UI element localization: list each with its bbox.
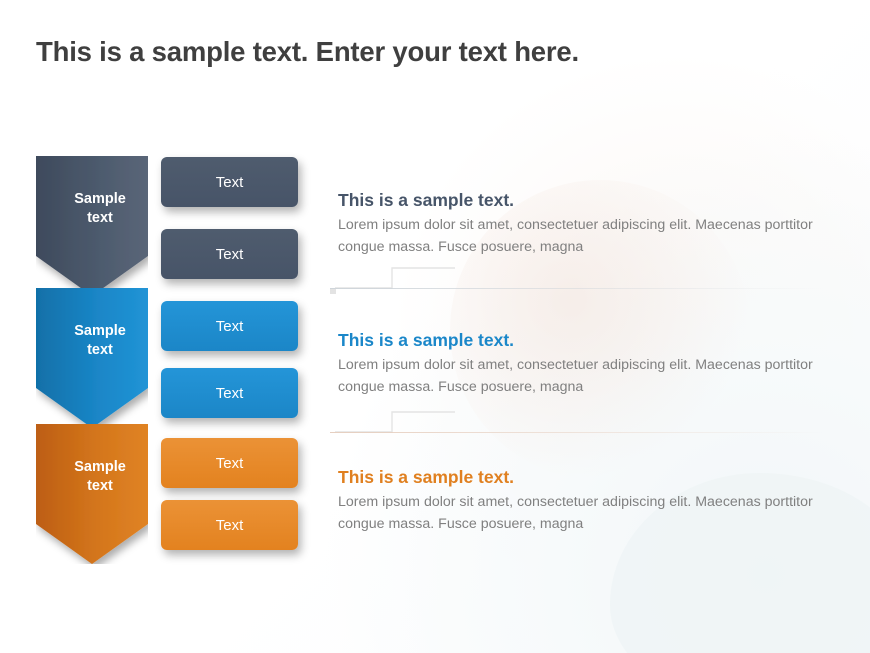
chip-label: Text (215, 516, 244, 534)
row-divider-2 (330, 432, 825, 433)
arrow-label-1: Sample text (74, 191, 126, 227)
arrow-step-1[interactable]: Sample text (36, 156, 148, 296)
row-body-3: Lorem ipsum dolor sit amet, consectetuer… (338, 494, 813, 532)
slide-canvas: This is a sample text. Enter your text h… (0, 0, 870, 653)
row-body-1: Lorem ipsum dolor sit amet, consectetuer… (338, 217, 813, 255)
arrow-step-2[interactable]: Sample text (36, 288, 148, 428)
chip-label: Text (215, 317, 244, 335)
arrow-label-2: Sample text (74, 323, 126, 359)
arrow-label-3: Sample text (74, 459, 126, 495)
arrow-step-3[interactable]: Sample text (36, 424, 148, 564)
chip-label: Text (215, 173, 244, 191)
row-heading-2: This is a sample text. (338, 330, 515, 350)
row-body-2: Lorem ipsum dolor sit amet, consectetuer… (338, 357, 813, 395)
chip-label: Text (215, 245, 244, 263)
row-heading-1: This is a sample text. (338, 190, 515, 210)
page-title: This is a sample text. Enter your text h… (36, 36, 579, 67)
chip-label: Text (215, 454, 244, 472)
chip-label: Text (215, 384, 244, 402)
row-heading-3: This is a sample text. (338, 467, 515, 487)
chip-1-2[interactable]: Text (161, 229, 298, 279)
chip-3-1[interactable]: Text (161, 438, 298, 488)
chip-1-1[interactable]: Text (161, 157, 298, 207)
chip-2-2[interactable]: Text (161, 368, 298, 418)
row-divider-1 (330, 288, 825, 289)
chip-3-2[interactable]: Text (161, 500, 298, 550)
chip-2-1[interactable]: Text (161, 301, 298, 351)
